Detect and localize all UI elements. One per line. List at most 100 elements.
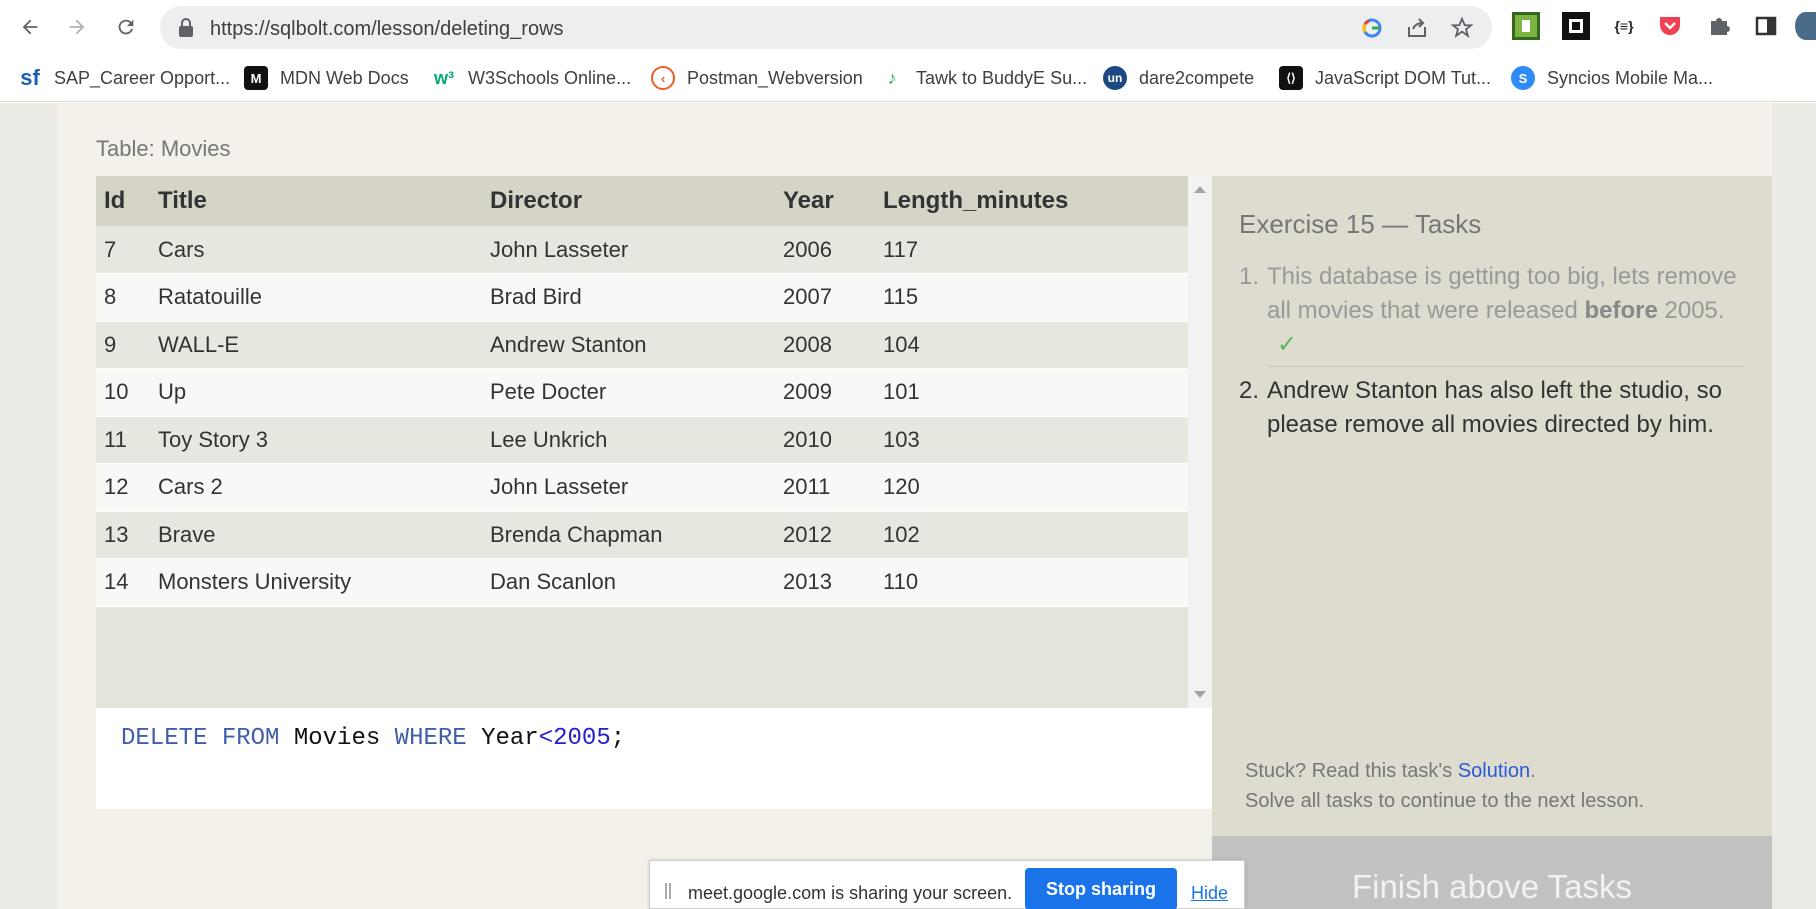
extension-black-icon[interactable] bbox=[1562, 12, 1590, 40]
profile-avatar[interactable] bbox=[1795, 12, 1816, 40]
syncios-icon: S bbox=[1511, 66, 1535, 90]
google-icon[interactable] bbox=[1360, 16, 1384, 40]
solution-link[interactable]: Solution bbox=[1458, 760, 1530, 782]
bookmark-label: Syncios Mobile Ma... bbox=[1547, 67, 1714, 88]
back-button[interactable] bbox=[10, 7, 50, 47]
reload-button[interactable] bbox=[106, 7, 146, 47]
table-cell: 110 bbox=[883, 558, 1188, 607]
table-row: 14 Monsters University Dan Scanlon 2013 … bbox=[96, 558, 1188, 607]
table-cell: 2011 bbox=[783, 463, 883, 512]
table-cell: 8 bbox=[96, 273, 158, 322]
column-header: Year bbox=[783, 176, 883, 226]
help-text: Stuck? Read this task's Solution. Solve … bbox=[1245, 756, 1644, 816]
table-row: 12 Cars 2 John Lasseter 2011 120 bbox=[96, 463, 1188, 512]
table-cell: Lee Unkrich bbox=[490, 416, 783, 464]
table-row: 10 Up Pete Docter 2009 101 bbox=[96, 368, 1188, 417]
reload-icon bbox=[118, 19, 134, 35]
table-cell: Andrew Stanton bbox=[490, 321, 783, 369]
stop-sharing-button[interactable]: Stop sharing bbox=[1025, 868, 1177, 909]
table-cell: 2008 bbox=[783, 321, 883, 369]
forward-button[interactable] bbox=[57, 7, 97, 47]
sql-table-name: Movies bbox=[293, 725, 381, 752]
sql-keyword: WHERE bbox=[394, 725, 467, 752]
sql-terminator: ; bbox=[610, 725, 626, 752]
table-cell: 13 bbox=[96, 511, 158, 559]
address-bar[interactable]: https://sqlbolt.com/lesson/deleting_rows bbox=[160, 6, 1492, 49]
table-cell: 7 bbox=[96, 226, 158, 274]
scroll-up-icon[interactable] bbox=[1194, 186, 1206, 193]
table-cell: 102 bbox=[883, 511, 1188, 559]
table-row: 13 Brave Brenda Chapman 2012 102 bbox=[96, 511, 1188, 559]
help-prefix: Stuck? Read this task's bbox=[1245, 760, 1458, 782]
table-cell: 2009 bbox=[783, 368, 883, 417]
bookmark-postman[interactable]: ‹ Postman_Webversion bbox=[651, 64, 863, 92]
task-text-bold: before bbox=[1584, 297, 1658, 324]
puzzle-icon[interactable] bbox=[1705, 12, 1733, 40]
table-cell: 14 bbox=[96, 558, 158, 607]
sidebar-icon[interactable] bbox=[1752, 12, 1780, 40]
w3schools-icon: w³ bbox=[432, 66, 456, 90]
table-cell: Cars 2 bbox=[158, 463, 490, 512]
extension-green-icon[interactable] bbox=[1512, 12, 1540, 40]
task-divider bbox=[1267, 366, 1745, 367]
help-suffix: . bbox=[1530, 760, 1536, 782]
sql-number: 2005 bbox=[553, 725, 611, 752]
table-row: 9 WALL-E Andrew Stanton 2008 104 bbox=[96, 321, 1188, 369]
task-text: Andrew Stanton has also left the studio,… bbox=[1267, 377, 1722, 438]
table-cell: 9 bbox=[96, 321, 158, 369]
table-cell: 103 bbox=[883, 416, 1188, 464]
star-icon[interactable] bbox=[1450, 16, 1474, 40]
arrow-right-icon bbox=[69, 19, 85, 35]
scroll-down-icon[interactable] bbox=[1194, 691, 1206, 698]
share-icon[interactable] bbox=[1405, 16, 1429, 40]
sf-icon: sf bbox=[18, 65, 42, 90]
bookmarks-bar: sf SAP_Career Opport... M MDN Web Docs w… bbox=[0, 54, 1816, 102]
bookmark-w3schools[interactable]: w³ W3Schools Online... bbox=[432, 64, 631, 92]
tasks-title: Exercise 15 — Tasks bbox=[1239, 209, 1482, 239]
continue-text: Solve all tasks to continue to the next … bbox=[1245, 790, 1645, 812]
bookmark-tawk[interactable]: ♪ Tawk to BuddyE Su... bbox=[880, 64, 1087, 92]
column-header: Director bbox=[490, 176, 783, 226]
bookmark-sap[interactable]: sf SAP_Career Opport... bbox=[18, 64, 230, 92]
table-cell: Brad Bird bbox=[490, 273, 783, 322]
hide-link[interactable]: Hide bbox=[1191, 883, 1228, 904]
table-cell: Brenda Chapman bbox=[490, 511, 783, 559]
sql-keyword: FROM bbox=[221, 725, 280, 752]
table-cell: Up bbox=[158, 368, 490, 417]
movies-table-container[interactable]: Id Title Director Year Length_minutes 7 … bbox=[96, 176, 1188, 708]
table-caption: Table: Movies bbox=[96, 136, 231, 161]
share-message: meet.google.com is sharing your screen. bbox=[688, 883, 1013, 903]
screen-share-bar: meet.google.com is sharing your screen. … bbox=[649, 860, 1245, 909]
table-row: 8 Ratatouille Brad Bird 2007 115 bbox=[96, 273, 1188, 322]
table-cell: John Lasseter bbox=[490, 463, 783, 512]
browser-toolbar: https://sqlbolt.com/lesson/deleting_rows… bbox=[0, 0, 1816, 54]
task-number: 2. bbox=[1239, 377, 1260, 404]
column-header: Id bbox=[96, 176, 158, 226]
tawk-icon: ♪ bbox=[880, 66, 904, 90]
column-header: Length_minutes bbox=[883, 176, 1188, 226]
checkmark-icon: ✓ bbox=[1277, 331, 1298, 358]
finish-tasks-button[interactable]: Finish above Tasks bbox=[1212, 836, 1772, 909]
bookmark-dare2compete[interactable]: un dare2compete bbox=[1103, 64, 1254, 92]
json-viewer-icon[interactable]: {≡} bbox=[1610, 12, 1638, 40]
table-cell: 104 bbox=[883, 321, 1188, 369]
postman-icon: ‹ bbox=[651, 66, 675, 90]
bookmark-mdn[interactable]: M MDN Web Docs bbox=[244, 64, 409, 92]
bookmark-syncios[interactable]: S Syncios Mobile Ma... bbox=[1511, 64, 1713, 92]
table-cell: 115 bbox=[883, 273, 1188, 322]
sql-query-editor[interactable]: DELETE FROM Movies WHERE Year<2005; bbox=[96, 708, 1212, 809]
drag-handle-icon[interactable] bbox=[665, 883, 671, 899]
lock-icon bbox=[179, 18, 193, 37]
table-cell: Monsters University bbox=[158, 558, 490, 607]
table-scrollbar[interactable] bbox=[1188, 176, 1212, 708]
arrow-left-icon bbox=[22, 19, 38, 35]
bookmark-javascript-dom[interactable]: ⟨⟩ JavaScript DOM Tut... bbox=[1279, 64, 1491, 92]
pocket-icon[interactable] bbox=[1656, 12, 1684, 40]
table-cell: 2007 bbox=[783, 273, 883, 322]
task-text-part: 2005. bbox=[1657, 297, 1725, 324]
table-row: 11 Toy Story 3 Lee Unkrich 2010 103 bbox=[96, 416, 1188, 464]
table-cell: Dan Scanlon bbox=[490, 558, 783, 607]
table-cell: 101 bbox=[883, 368, 1188, 417]
table-cell: Toy Story 3 bbox=[158, 416, 490, 464]
table-header-row: Id Title Director Year Length_minutes bbox=[96, 176, 1188, 226]
